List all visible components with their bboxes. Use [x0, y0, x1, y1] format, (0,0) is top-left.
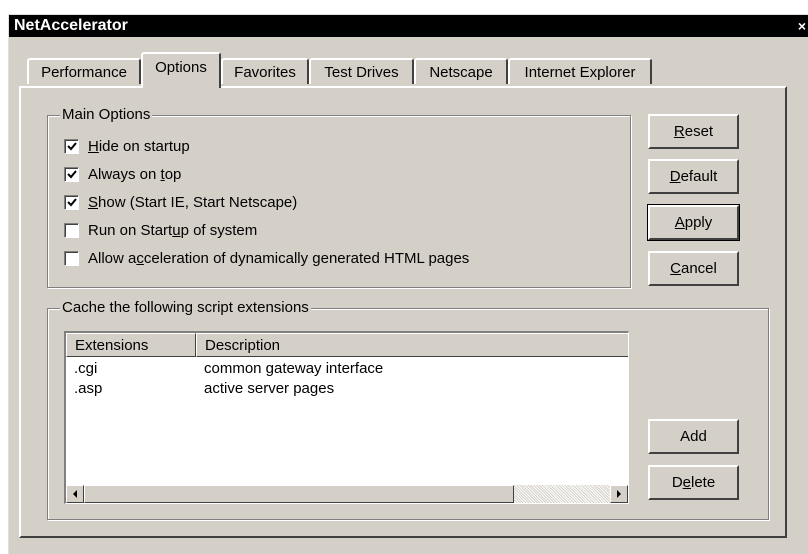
group-legend: Main Options [60, 106, 153, 124]
checkbox-box[interactable] [64, 195, 79, 210]
scrollbar-track[interactable] [514, 485, 610, 503]
cache-extensions-group: Cache the following script extensions Ex… [47, 299, 769, 520]
checkbox-box[interactable] [64, 167, 79, 182]
apply-button[interactable]: Apply [647, 204, 740, 241]
arrow-right-icon[interactable] [610, 485, 628, 503]
scrollbar-thumb[interactable] [84, 485, 514, 503]
checkbox-label: Run on Startup of system [88, 222, 258, 239]
tab-label: Options [155, 59, 207, 76]
tab-options[interactable]: Options [141, 52, 221, 88]
column-header-extensions[interactable]: Extensions [66, 333, 196, 357]
checkbox-label: Always on top [88, 166, 182, 183]
table-cell-desc[interactable]: active server pages [204, 379, 334, 399]
checkbox-label: Show (Start IE, Start Netscape) [88, 194, 298, 211]
check-icon [67, 170, 77, 179]
checkbox-box[interactable] [64, 251, 79, 266]
checkbox-box[interactable] [64, 223, 79, 238]
checkbox-label: Hide on startup [88, 138, 190, 155]
tab-internet-explorer[interactable]: Internet Explorer [508, 58, 652, 84]
tab-label: Netscape [429, 64, 493, 81]
main-options-group: Main Options Hide on startup Always on t… [47, 106, 631, 288]
close-icon[interactable]: × [798, 15, 806, 37]
extensions-list[interactable]: Extensions Description .cgi common gatew… [64, 331, 629, 504]
check-icon [67, 142, 77, 151]
delete-button[interactable]: Delete [648, 465, 739, 500]
tab-label: Test Drives [324, 64, 399, 81]
tab-label: Favorites [234, 64, 296, 81]
default-button[interactable]: Default [648, 159, 739, 194]
tab-netscape[interactable]: Netscape [414, 58, 508, 84]
tab-label: Internet Explorer [524, 64, 636, 81]
checkbox-label: Allow acceleration of dynamically genera… [88, 250, 470, 267]
tab-favorites[interactable]: Favorites [221, 58, 309, 84]
horizontal-scrollbar[interactable] [66, 485, 628, 503]
group-legend: Cache the following script extensions [60, 299, 311, 317]
add-button[interactable]: Add [648, 419, 739, 454]
checkbox-box[interactable] [64, 139, 79, 154]
arrow-left-icon[interactable] [66, 485, 84, 503]
tab-performance[interactable]: Performance [27, 58, 141, 84]
check-icon [67, 198, 77, 207]
table-cell-ext[interactable]: .asp [74, 379, 102, 399]
reset-button[interactable]: Reset [648, 114, 739, 149]
cancel-button[interactable]: Cancel [648, 251, 739, 286]
tab-test-drives[interactable]: Test Drives [309, 58, 414, 84]
title-bar[interactable]: NetAccelerator × [9, 15, 808, 37]
options-panel: Main Options Hide on startup Always on t… [19, 86, 787, 538]
column-header-description[interactable]: Description [196, 333, 628, 357]
tab-label: Performance [41, 64, 127, 81]
table-cell-desc[interactable]: common gateway interface [204, 359, 383, 379]
table-cell-ext[interactable]: .cgi [74, 359, 97, 379]
window-title: NetAccelerator [14, 17, 128, 34]
